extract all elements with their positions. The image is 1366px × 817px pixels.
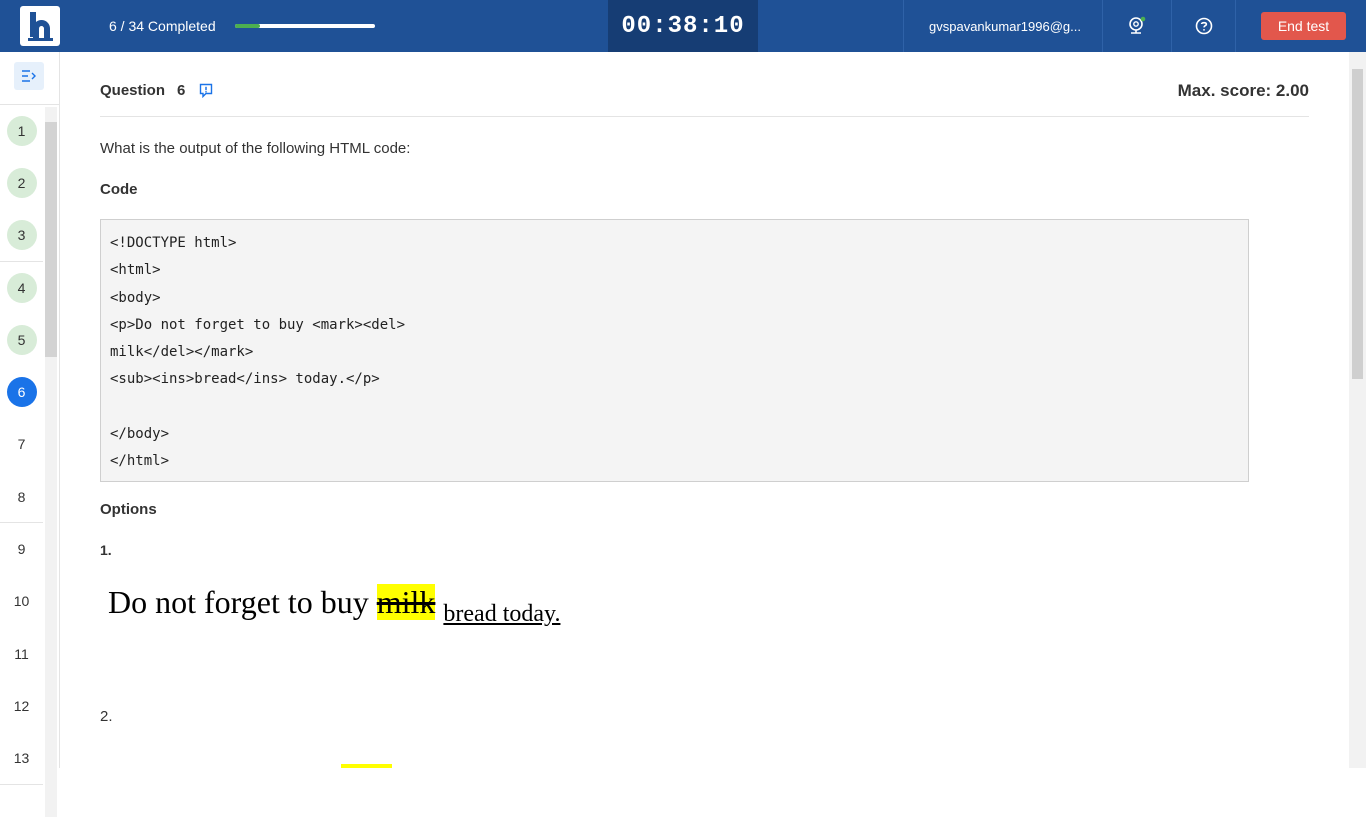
sidebar-question-item[interactable]: 1 — [0, 105, 43, 157]
sidebar-question-item[interactable]: 11 — [0, 628, 43, 680]
question-title: Question — [100, 82, 166, 99]
question-list: 1 2 3 4 5 6 7 8 9 10 11 12 13 — [0, 105, 43, 785]
progress-text: 6 / 34 Completed — [109, 18, 216, 34]
end-test-button[interactable]: End test — [1261, 12, 1346, 40]
question-number-badge: 7 — [17, 436, 26, 453]
question-number-badge: 10 — [13, 593, 30, 610]
question-sidebar: 1 2 3 4 5 6 7 8 9 10 11 12 13 — [0, 52, 60, 817]
header-divider — [100, 116, 1309, 117]
sidebar-question-item[interactable]: 5 — [0, 314, 43, 366]
sidebar-question-item[interactable]: 12 — [0, 680, 43, 732]
sidebar-question-item[interactable]: 10 — [0, 576, 43, 628]
sidebar-question-item[interactable]: 7 — [0, 419, 43, 471]
hackerearth-logo — [20, 6, 60, 46]
code-line: <html> — [110, 262, 161, 279]
sidebar-toggle-button[interactable] — [14, 62, 44, 90]
option-1-subscript: bread today. — [443, 601, 560, 627]
question-text: What is the output of the following HTML… — [100, 140, 411, 157]
sidebar-question-item[interactable]: 3 — [0, 210, 43, 262]
question-number: 6 — [177, 82, 186, 99]
sidebar-question-item[interactable]: 2 — [0, 157, 43, 209]
code-line: milk</del></mark> — [110, 344, 254, 361]
user-email[interactable]: gvspavankumar1996@g... — [903, 0, 1102, 52]
question-header: Question 6 — [100, 82, 213, 99]
help-icon — [1195, 17, 1212, 35]
main-scrollbar[interactable] — [1349, 52, 1366, 768]
code-line: <p>Do not forget to buy <mark><del> — [110, 316, 406, 333]
option-1-inserted-text: bread today. — [443, 601, 561, 627]
question-number-badge: 13 — [13, 750, 30, 767]
option-1-deleted-text: milk — [376, 584, 436, 620]
max-score: Max. score: 2.00 — [1177, 81, 1309, 100]
progress-bar-fill — [235, 24, 261, 28]
top-bar: 6 / 34 Completed 00:38:10 gvspavankumar1… — [0, 0, 1366, 52]
question-panel: Question 6 Max. score: 2.00 What is the … — [61, 52, 1349, 768]
code-label: Code — [100, 181, 138, 198]
question-number-badge: 12 — [13, 697, 30, 714]
webcam-status[interactable] — [1102, 0, 1171, 52]
question-number-badge: 5 — [6, 324, 37, 355]
main-scrollbar-thumb[interactable] — [1352, 69, 1363, 379]
option-1-label[interactable]: 1. — [100, 542, 112, 558]
option-2-highlight-partial — [341, 764, 392, 768]
option-2-label[interactable]: 2. — [100, 708, 113, 725]
question-number-badge: 4 — [6, 272, 37, 303]
options-label: Options — [100, 501, 157, 518]
question-number-badge: 1 — [6, 115, 37, 146]
countdown-timer: 00:38:10 — [608, 0, 758, 52]
code-line: <body> — [110, 289, 161, 306]
code-line: <sub><ins>bread</ins> today.</p> — [110, 371, 380, 388]
sidebar-toggle-icon — [22, 70, 36, 82]
option-1-rendered-output[interactable]: Do not forget to buy milk bread today. — [108, 584, 560, 628]
option-1-highlight: milk — [376, 584, 436, 620]
sidebar-question-item[interactable]: 4 — [0, 262, 43, 314]
progress-bar — [235, 24, 375, 28]
sidebar-scrollbar-thumb[interactable] — [45, 122, 57, 357]
sidebar-question-item[interactable]: 6 — [0, 366, 43, 418]
code-line: <!DOCTYPE html> — [110, 235, 237, 251]
code-line: </body> — [110, 426, 170, 443]
sidebar-question-item[interactable]: 13 — [0, 733, 43, 785]
sidebar-question-item[interactable]: 9 — [0, 523, 43, 575]
code-line: </html> — [110, 453, 170, 470]
question-number-badge: 3 — [6, 220, 37, 251]
question-number-badge: 6 — [6, 377, 37, 408]
question-number-badge: 11 — [14, 645, 29, 662]
option-1-prefix: Do not forget to buy — [108, 584, 377, 620]
sidebar-scrollbar[interactable] — [45, 107, 57, 817]
webcam-icon — [1129, 16, 1146, 34]
sidebar-question-item[interactable]: 8 — [0, 471, 43, 524]
question-number-badge: 8 — [17, 488, 26, 505]
question-number-badge: 9 — [17, 541, 26, 558]
report-issue-icon — [200, 83, 213, 98]
help-button[interactable] — [1171, 0, 1236, 52]
code-block: <!DOCTYPE html> <html> <body> <p>Do not for… — [100, 219, 1249, 482]
report-issue-button[interactable] — [199, 83, 213, 98]
question-number-badge: 2 — [6, 167, 37, 198]
